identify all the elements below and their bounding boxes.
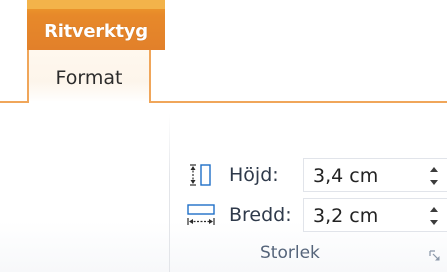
group-divider [169, 114, 170, 272]
height-row: Höjd: 3,4 cm [185, 158, 447, 192]
contextual-tab-header: Ritverktyg [27, 0, 165, 50]
width-label: Bredd: [229, 204, 292, 226]
height-spin-arrows[interactable] [428, 163, 440, 189]
width-spin-arrows[interactable] [428, 203, 440, 229]
ribbon-screenshot: Ritverktyg Format Höjd: 3,4 cm Bredd: 3,… [0, 0, 447, 272]
width-value[interactable]: 3,2 cm [313, 205, 378, 227]
height-label: Höjd: [229, 164, 279, 186]
tab-format[interactable]: Format [27, 50, 151, 103]
dialog-launcher-icon[interactable] [429, 250, 441, 262]
contextual-tab-label: Ritverktyg [44, 21, 148, 42]
height-spinner[interactable]: 3,4 cm [303, 158, 447, 192]
contextual-tab-strip [27, 0, 165, 9]
tab-format-label: Format [55, 67, 123, 89]
size-group-label: Storlek [260, 243, 320, 263]
width-row: Bredd: 3,2 cm [185, 198, 447, 232]
height-value[interactable]: 3,4 cm [313, 165, 378, 187]
width-spinner[interactable]: 3,2 cm [303, 198, 447, 232]
shape-height-icon [190, 164, 211, 186]
shape-width-icon [187, 204, 215, 225]
